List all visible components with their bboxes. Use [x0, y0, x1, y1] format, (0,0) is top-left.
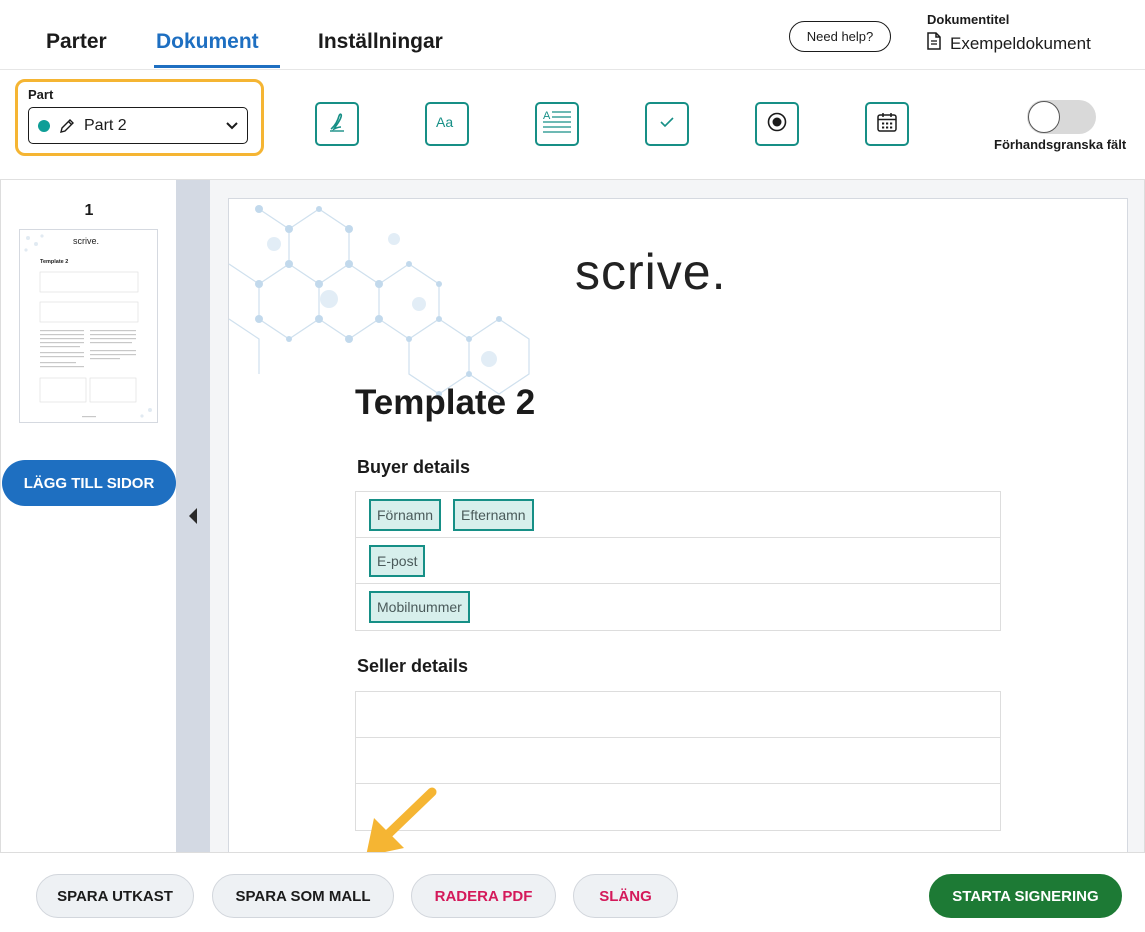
- page-thumbnail[interactable]: scrive. Template 2: [19, 229, 158, 423]
- document-icon: [927, 32, 941, 55]
- radio-icon: [766, 111, 788, 138]
- lastname-field[interactable]: Efternamn: [453, 499, 534, 531]
- preview-fields-toggle[interactable]: [1027, 100, 1096, 134]
- textarea-field-button[interactable]: A: [535, 102, 579, 146]
- preview-fields-label: Förhandsgranska fält: [994, 137, 1127, 152]
- tab-parter[interactable]: Parter: [46, 30, 107, 54]
- need-help-button[interactable]: Need help?: [789, 21, 891, 52]
- table-row: Mobilnummer: [356, 584, 1000, 630]
- svg-text:scrive.: scrive.: [73, 236, 99, 246]
- firstname-field[interactable]: Förnamn: [369, 499, 442, 531]
- party-label: Part: [28, 87, 54, 102]
- table-row: [356, 784, 1000, 830]
- field-toolbar: Part Part 2 Aa A Förhandsgranska fält: [0, 70, 1145, 180]
- svg-text:Template 2: Template 2: [40, 259, 68, 265]
- save-as-template-button[interactable]: SPARA SOM MALL: [212, 874, 394, 918]
- document-title-text: Exempeldokument: [950, 33, 1091, 53]
- action-footer: SPARA UTKAST SPARA SOM MALL RADERA PDF S…: [0, 852, 1145, 932]
- email-field[interactable]: E-post: [369, 545, 426, 577]
- annotation-arrow-icon: [366, 787, 437, 856]
- page-number: 1: [84, 202, 94, 219]
- checkbox-field-button[interactable]: [645, 102, 689, 146]
- pencil-icon: [58, 117, 76, 135]
- date-field-button[interactable]: [865, 102, 909, 146]
- start-signing-button[interactable]: STARTA SIGNERING: [929, 874, 1122, 918]
- delete-pdf-button[interactable]: RADERA PDF: [411, 874, 556, 918]
- tab-dokument[interactable]: Dokument: [156, 30, 259, 54]
- radio-field-button[interactable]: [755, 102, 799, 146]
- tab-installningar[interactable]: Inställningar: [318, 30, 443, 54]
- party-select-value: Part 2: [84, 116, 127, 134]
- buyer-details-table: Förnamn Efternamn E-post Mobilnummer: [355, 491, 1001, 631]
- svg-text:Aa: Aa: [436, 114, 453, 130]
- date-icon: [876, 111, 898, 138]
- table-row: Förnamn Efternamn: [356, 492, 1000, 538]
- add-pages-button[interactable]: LÄGG TILL SIDOR: [2, 460, 176, 506]
- app-window: Parter Dokument Inställningar Need help?…: [0, 0, 1145, 932]
- document-title-label: Dokumentitel: [927, 12, 1010, 27]
- top-header: Parter Dokument Inställningar Need help?…: [0, 0, 1145, 70]
- party-color-dot: [38, 119, 50, 132]
- panel-collapse-strip[interactable]: [176, 180, 210, 852]
- document-heading: Template 2: [355, 383, 536, 422]
- pages-panel: 1 scrive. Template 2 LÄGG TILL SIDOR: [0, 180, 176, 852]
- signature-field-button[interactable]: [315, 102, 359, 146]
- save-draft-button[interactable]: SPARA UTKAST: [36, 874, 194, 918]
- text-field-icon: Aa: [434, 112, 460, 137]
- table-row: E-post: [356, 538, 1000, 584]
- svg-text:A: A: [543, 110, 551, 122]
- chevron-down-icon: [225, 118, 239, 137]
- table-row: [356, 738, 1000, 784]
- scrive-logo: scrive.: [575, 244, 727, 300]
- party-selector-highlight: Part Part 2: [15, 79, 264, 156]
- checkbox-icon: [658, 115, 676, 134]
- seller-details-table: [355, 691, 1001, 831]
- active-tab-indicator: [154, 65, 280, 68]
- discard-button[interactable]: SLÄNG: [573, 874, 678, 918]
- textarea-icon: A: [541, 108, 573, 141]
- caret-left-icon: [187, 507, 199, 530]
- party-select[interactable]: Part 2: [28, 107, 248, 144]
- document-title[interactable]: Exempeldokument: [927, 32, 1091, 55]
- seller-details-heading: Seller details: [357, 656, 469, 676]
- buyer-details-heading: Buyer details: [357, 457, 471, 477]
- document-viewer: scrive. Template 2 Buyer details Förnamn…: [210, 180, 1145, 852]
- text-field-button[interactable]: Aa: [425, 102, 469, 146]
- mobile-field[interactable]: Mobilnummer: [369, 591, 470, 623]
- signature-icon: [325, 110, 349, 139]
- toggle-knob: [1028, 101, 1060, 133]
- table-row: [356, 692, 1000, 738]
- document-page: scrive. Template 2 Buyer details Förnamn…: [228, 198, 1128, 852]
